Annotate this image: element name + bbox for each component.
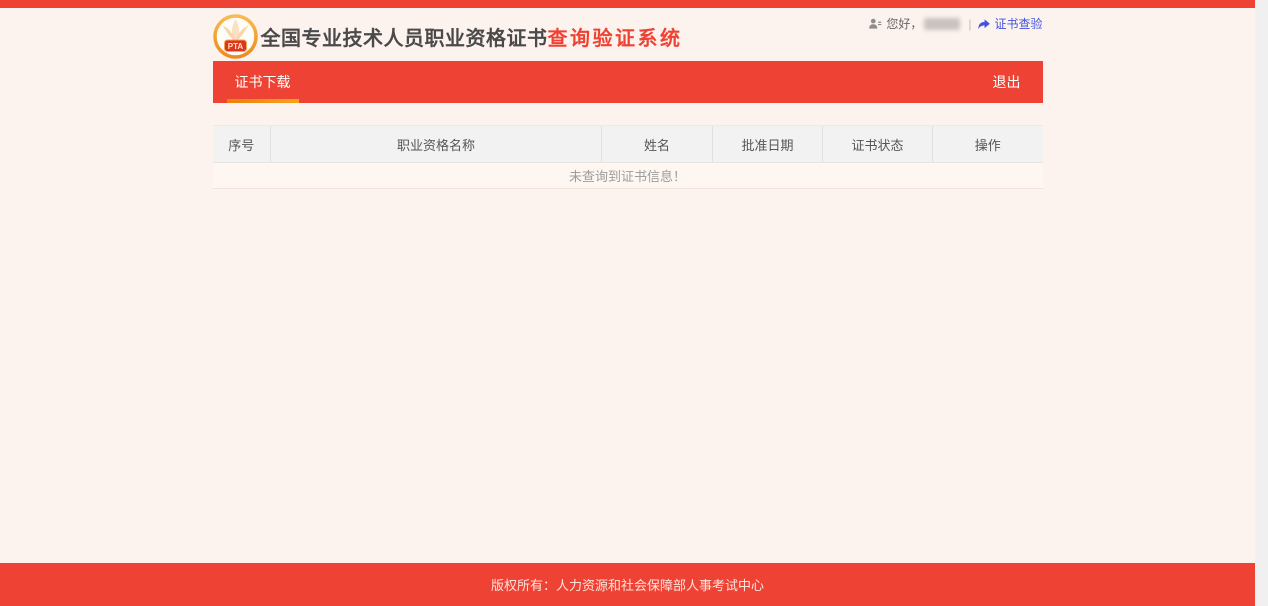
- user-bar: 您好， | 证书查验: [868, 15, 1043, 32]
- tab-label: 证书下载: [234, 74, 291, 90]
- col-serial-number: 序号: [212, 125, 271, 163]
- verify-link-label: 证书查验: [994, 17, 1043, 31]
- col-certificate-status: 证书状态: [822, 125, 933, 163]
- site-title-main: 全国专业技术人员职业资格证书: [260, 28, 548, 50]
- user-name-redacted: [924, 17, 961, 30]
- page: PTA 全国专业技术人员职业资格证书查询验证系统 您好， | 证书查验 证书下载…: [0, 0, 1268, 606]
- logo-text: PTA: [227, 42, 243, 51]
- col-action: 操作: [932, 125, 1043, 163]
- user-icon: [868, 17, 882, 31]
- table-header-row: 序号 职业资格名称 姓名 批准日期 证书状态 操作: [212, 125, 1043, 163]
- empty-message: 未查询到证书信息！: [212, 162, 1043, 189]
- table-container: 序号 职业资格名称 姓名 批准日期 证书状态 操作 未查询到证书信息！: [212, 125, 1043, 189]
- empty-state-row: 未查询到证书信息！: [212, 162, 1043, 189]
- top-accent-bar: [0, 0, 1255, 8]
- footer: 版权所有：人力资源和社会保障部人事考试中心: [0, 563, 1255, 606]
- header: PTA 全国专业技术人员职业资格证书查询验证系统 您好， | 证书查验: [212, 8, 1043, 61]
- certificate-table: 序号 职业资格名称 姓名 批准日期 证书状态 操作 未查询到证书信息！: [212, 125, 1043, 189]
- greeting-text: 您好，: [886, 17, 923, 31]
- col-approval-date: 批准日期: [712, 125, 823, 163]
- col-qualification-name: 职业资格名称: [270, 125, 602, 163]
- logout-button[interactable]: 退出: [971, 61, 1043, 103]
- copyright-text: 版权所有：人力资源和社会保障部人事考试中心: [490, 578, 764, 593]
- certificate-verify-link[interactable]: 证书查验: [977, 15, 1043, 32]
- active-tab-indicator: [226, 99, 299, 103]
- divider: |: [968, 16, 972, 31]
- page-title: 全国专业技术人员职业资格证书查询验证系统: [261, 22, 683, 51]
- main-nav: 证书下载 退出: [212, 61, 1043, 103]
- site-title-accent: 查询验证系统: [547, 28, 683, 50]
- pta-logo-icon: PTA: [212, 14, 258, 59]
- col-name: 姓名: [601, 125, 713, 163]
- tab-certificate-download[interactable]: 证书下载: [226, 61, 299, 103]
- scrollbar-track[interactable]: [1255, 0, 1268, 606]
- share-arrow-icon: [977, 17, 991, 31]
